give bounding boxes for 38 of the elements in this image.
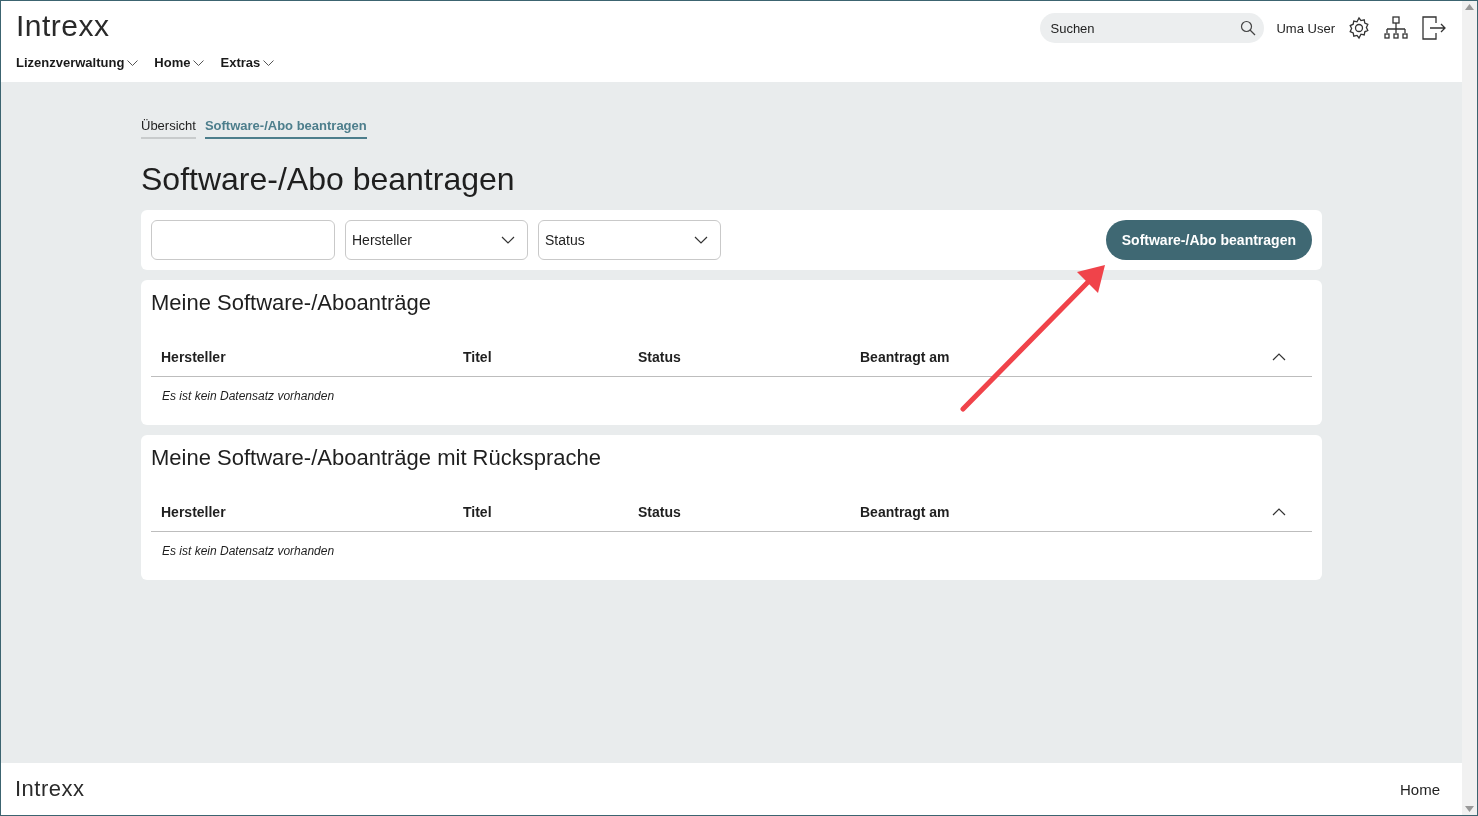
- request-button[interactable]: Software-/Abo beantragen: [1105, 220, 1312, 260]
- chevron-up-icon: [1272, 353, 1286, 361]
- column-header[interactable]: Hersteller: [161, 349, 463, 365]
- search-icon[interactable]: [1240, 20, 1257, 36]
- search-field[interactable]: Suchen: [1040, 13, 1265, 43]
- filter-select[interactable]: Hersteller: [345, 220, 528, 260]
- breadcrumb-tab[interactable]: Übersicht: [141, 118, 196, 139]
- menu-item[interactable]: Home: [154, 55, 205, 70]
- home-link[interactable]: Home: [1400, 780, 1440, 798]
- logo: Intrexx: [16, 11, 111, 41]
- column-header[interactable]: Titel: [463, 504, 638, 520]
- settings-icon[interactable]: [1347, 16, 1371, 40]
- menu-item[interactable]: Extras: [220, 55, 275, 70]
- column-header[interactable]: Titel: [463, 349, 638, 365]
- page-title: Software-/Abo beantragen: [141, 161, 516, 198]
- section-title: Meine Software-/Aboanträge: [151, 290, 433, 316]
- empty-message: Es ist kein Datensatz vorhanden: [161, 388, 336, 405]
- logout-icon[interactable]: [1421, 15, 1447, 41]
- footer-logo: Intrexx: [15, 778, 85, 800]
- chevron-down-icon: [193, 59, 205, 66]
- column-header[interactable]: Beantragt am: [860, 504, 1272, 520]
- chevron-up-icon: [1272, 508, 1286, 516]
- user-name[interactable]: Uma User: [1276, 20, 1335, 36]
- chevron-down-icon: [127, 59, 139, 66]
- menu-item[interactable]: Lizenzverwaltung: [16, 55, 139, 70]
- column-header[interactable]: Hersteller: [161, 504, 463, 520]
- column-header[interactable]: Beantragt am: [860, 349, 1272, 365]
- filter-input[interactable]: [151, 220, 335, 260]
- breadcrumb-tab[interactable]: Software-/Abo beantragen: [204, 118, 367, 139]
- empty-message: Es ist kein Datensatz vorhanden: [161, 543, 336, 560]
- chevron-down-icon: [694, 236, 708, 244]
- chevron-down-icon: [263, 59, 275, 66]
- section-title: Meine Software-/Aboanträge mit Rücksprache: [151, 445, 602, 471]
- column-header[interactable]: Status: [638, 349, 860, 365]
- chevron-down-icon: [501, 236, 515, 244]
- filter-select[interactable]: Status: [538, 220, 721, 260]
- column-header[interactable]: Status: [638, 504, 860, 520]
- sitemap-icon[interactable]: [1383, 16, 1409, 40]
